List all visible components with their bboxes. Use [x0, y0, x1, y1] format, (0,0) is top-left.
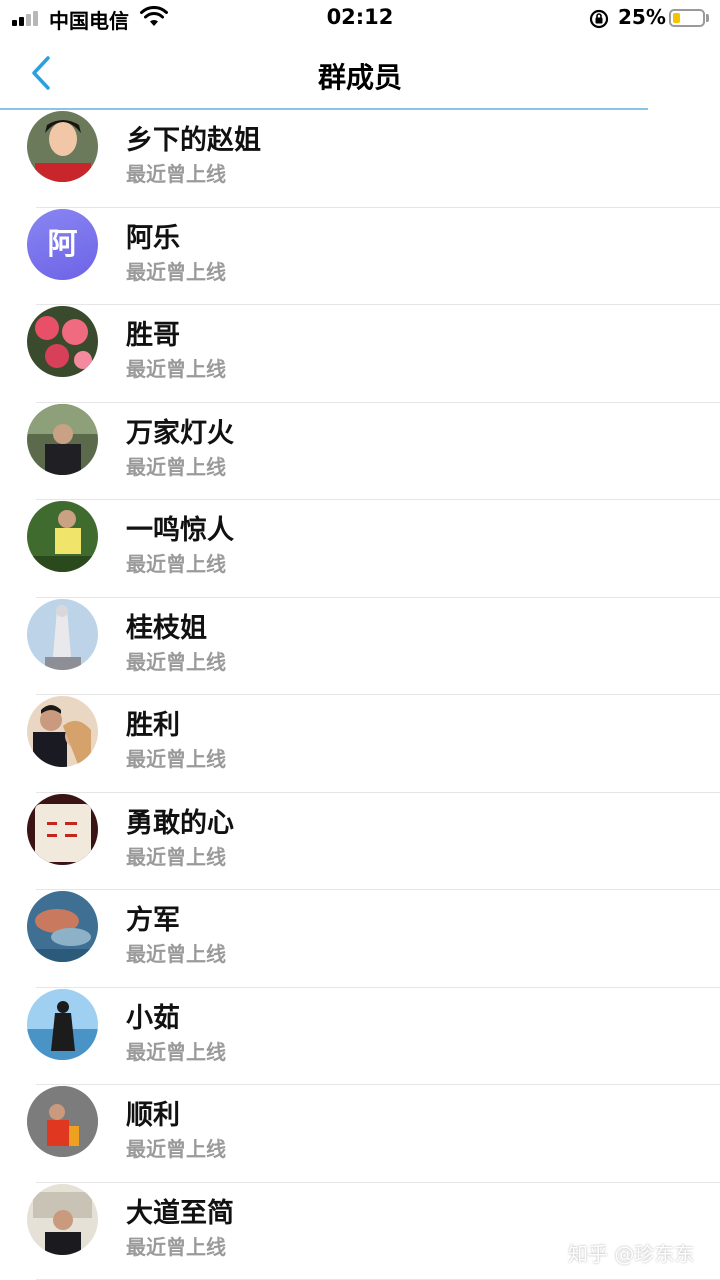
member-name: 胜利	[126, 710, 180, 741]
member-row[interactable]: 阿 阿乐 最近曾上线	[0, 208, 720, 305]
rotation-lock-icon	[589, 9, 609, 29]
avatar[interactable]	[27, 111, 98, 182]
member-status: 最近曾上线	[126, 162, 226, 186]
member-name: 顺利	[126, 1100, 180, 1131]
member-row[interactable]: 胜利 最近曾上线	[0, 695, 720, 793]
avatar[interactable]	[27, 1086, 98, 1157]
member-status: 最近曾上线	[126, 844, 226, 869]
member-name: 勇敢的心	[126, 807, 234, 839]
avatar-photo-icon	[27, 891, 98, 962]
avatar-photo-icon	[27, 793, 98, 865]
member-status: 最近曾上线	[126, 649, 226, 674]
avatar-photo-icon	[27, 111, 98, 182]
member-status: 最近曾上线	[126, 259, 226, 284]
member-name: 一鸣惊人	[126, 515, 234, 546]
member-name: 乡下的赵姐	[126, 125, 261, 156]
avatar[interactable]	[27, 403, 98, 475]
avatar[interactable]: 阿	[27, 208, 98, 280]
avatar[interactable]	[27, 306, 98, 377]
member-row[interactable]: 顺利 最近曾上线	[0, 1085, 720, 1183]
member-row[interactable]: 一鸣惊人 最近曾上线	[0, 500, 720, 598]
member-row[interactable]: 方军 最近曾上线	[0, 890, 720, 988]
member-name: 桂枝姐	[126, 612, 207, 644]
avatar[interactable]	[27, 891, 98, 962]
member-status: 最近曾上线	[126, 1039, 226, 1064]
battery-fill	[673, 13, 680, 23]
avatar[interactable]	[27, 793, 98, 865]
avatar-photo-icon	[27, 501, 98, 572]
avatar-photo-icon	[27, 1183, 98, 1255]
avatar[interactable]	[27, 696, 98, 767]
member-status: 最近曾上线	[126, 1137, 226, 1161]
member-row[interactable]: 万家灯火 最近曾上线	[0, 403, 720, 500]
clock: 02:12	[326, 5, 394, 29]
member-status: 最近曾上线	[126, 942, 226, 966]
avatar[interactable]	[27, 598, 98, 670]
avatar[interactable]	[27, 988, 98, 1060]
member-name: 胜哥	[126, 320, 180, 351]
avatar-photo-icon	[27, 988, 98, 1060]
member-list: 乡下的赵姐 最近曾上线 阿 阿乐 最近曾上线 胜哥 最近曾上线 万家灯火 最近曾…	[0, 110, 720, 1280]
member-name: 方军	[126, 905, 180, 936]
avatar-photo-icon	[27, 403, 98, 475]
avatar[interactable]	[27, 501, 98, 572]
avatar-photo-icon	[27, 598, 98, 670]
member-row[interactable]: 胜哥 最近曾上线	[0, 305, 720, 403]
avatar-photo-icon	[27, 1086, 98, 1157]
member-name: 万家灯火	[126, 417, 234, 449]
member-row[interactable]: 小茹 最近曾上线	[0, 988, 720, 1085]
member-row[interactable]: 勇敢的心 最近曾上线	[0, 793, 720, 890]
battery-tip	[706, 14, 709, 22]
member-row[interactable]: 乡下的赵姐 最近曾上线	[0, 110, 720, 208]
member-status: 最近曾上线	[126, 357, 226, 381]
member-status: 最近曾上线	[126, 747, 226, 771]
nav-bar: 群成员	[0, 36, 720, 110]
avatar-photo-icon	[27, 696, 98, 767]
member-status: 最近曾上线	[126, 454, 226, 479]
page-title: 群成员	[317, 61, 402, 94]
watermark: 知乎 @珍东东	[568, 1242, 695, 1266]
member-row[interactable]: 桂枝姐 最近曾上线	[0, 598, 720, 695]
member-name: 小茹	[126, 1002, 180, 1034]
member-status: 最近曾上线	[126, 552, 226, 576]
status-bar: 中国电信 02:12 25%	[0, 0, 720, 36]
member-name: 阿乐	[126, 222, 180, 254]
avatar-photo-icon	[27, 306, 98, 377]
avatar[interactable]	[27, 1183, 98, 1255]
battery-icon	[669, 9, 705, 27]
battery-percent: 25%	[618, 5, 666, 29]
member-status: 最近曾上线	[126, 1234, 226, 1259]
member-name: 大道至简	[126, 1197, 234, 1229]
